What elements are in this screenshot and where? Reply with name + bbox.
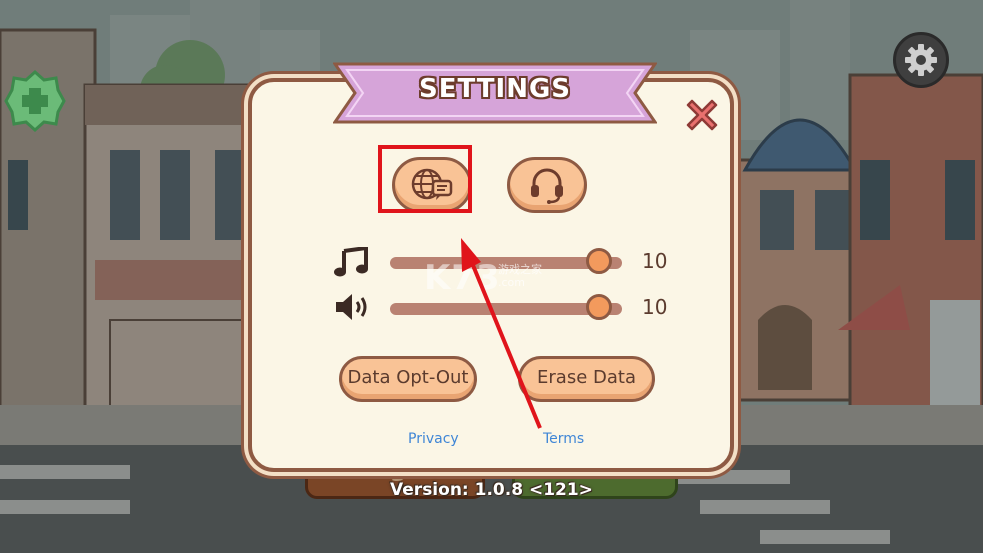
terms-link[interactable]: Terms [543, 431, 584, 447]
erase-data-button[interactable]: Erase Data [518, 356, 655, 402]
watermark-text: 游戏之家 .com [498, 263, 542, 289]
sound-slider-knob[interactable] [586, 294, 612, 320]
data-opt-out-button[interactable]: Data Opt-Out [339, 356, 477, 402]
version-label: Version: 1.0.8 <121> [390, 480, 593, 500]
watermark-cn: 游戏之家 [498, 263, 542, 276]
highlight-box [378, 145, 472, 213]
close-x-icon[interactable] [682, 95, 722, 135]
green-plus-badge-icon[interactable] [4, 70, 66, 132]
gear-button[interactable] [893, 32, 949, 88]
sound-volume-value: 10 [642, 295, 668, 319]
headset-icon [531, 168, 563, 204]
music-volume-value: 10 [642, 249, 668, 273]
speaker-icon [336, 294, 367, 320]
watermark-brand: K73 [424, 258, 501, 298]
dialog-title: SETTINGS [418, 74, 572, 104]
music-note-icon [334, 247, 368, 277]
privacy-link[interactable]: Privacy [408, 431, 459, 447]
watermark-domain: .com [498, 276, 525, 289]
gear-icon [905, 44, 937, 76]
support-button[interactable] [507, 157, 587, 213]
music-slider-knob[interactable] [586, 248, 612, 274]
